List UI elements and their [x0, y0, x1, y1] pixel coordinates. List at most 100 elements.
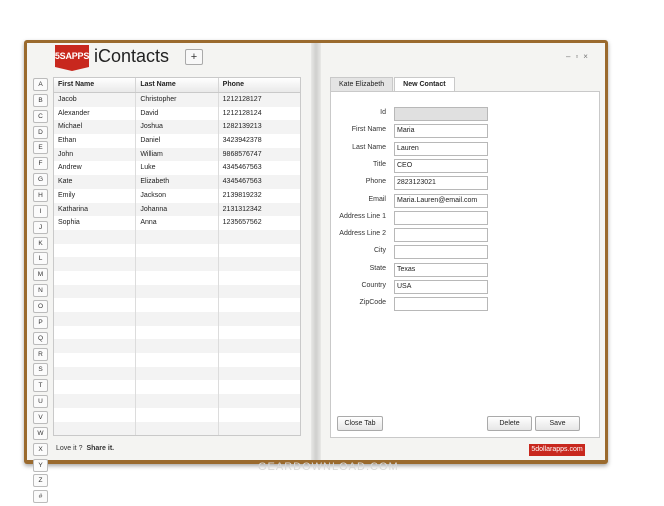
table-row[interactable]: Sophia Anna 1235657562	[54, 216, 300, 230]
table-row-empty	[54, 270, 300, 285]
header-last-name[interactable]: Last Name	[136, 78, 219, 92]
table-cell: 4345467563	[222, 164, 262, 172]
alphabet-index-item[interactable]: Y	[33, 458, 48, 472]
alphabet-index-item[interactable]: J	[33, 220, 48, 234]
form-label: First Name	[351, 126, 386, 134]
form-input[interactable]: 2823123021	[394, 176, 488, 191]
table-cell	[136, 339, 219, 354]
table-cell	[54, 229, 137, 244]
contacts-table: First Name Last Name Phone Jacob Christop…	[53, 77, 301, 436]
close-tab-button[interactable]: Close Tab	[337, 416, 383, 431]
table-cell	[54, 407, 137, 422]
form-input[interactable]: CEO	[394, 158, 488, 173]
table-cell	[219, 285, 300, 299]
alphabet-index-item[interactable]: Z	[33, 474, 48, 488]
table-cell	[136, 312, 219, 326]
tab-new-contact[interactable]: New Contact	[394, 77, 455, 92]
tab-kate-elizabeth[interactable]: Kate Elizabeth	[330, 77, 394, 92]
form-input	[394, 107, 488, 121]
table-row[interactable]: Alexander David 1212128124	[54, 106, 300, 121]
alphabet-index-item[interactable]: H	[33, 189, 48, 203]
alphabet-index-item[interactable]: #	[33, 490, 48, 504]
header-first-name[interactable]: First Name	[54, 78, 137, 92]
window-controls[interactable]: –▫×	[566, 52, 593, 61]
table-cell	[54, 298, 137, 312]
table-row-empty	[54, 298, 300, 312]
form-label: Address Line 2	[339, 230, 386, 238]
table-row[interactable]: Emily Jackson 2139819232	[54, 188, 300, 203]
contact-tabs: Kate Elizabeth New Contact	[330, 77, 456, 92]
alphabet-index-item[interactable]: Q	[33, 331, 48, 345]
alphabet-index-item[interactable]: D	[33, 125, 48, 139]
add-contact-button[interactable]: +	[185, 49, 203, 65]
table-row-empty	[54, 380, 300, 395]
alphabet-index-item[interactable]: T	[33, 379, 48, 393]
table-cell	[136, 298, 219, 312]
table-cell	[136, 394, 219, 408]
alphabet-index-item[interactable]: P	[33, 315, 48, 329]
alphabet-index-item[interactable]: K	[33, 236, 48, 250]
table-cell: Elizabeth	[136, 175, 219, 189]
table-cell: 4345467563	[222, 178, 262, 186]
alphabet-index-item[interactable]: R	[33, 347, 48, 361]
table-cell	[219, 353, 300, 367]
table-row[interactable]: Jacob Christopher 1212128127	[54, 93, 300, 107]
table-header: First Name Last Name Phone	[54, 78, 300, 93]
table-cell	[54, 257, 137, 271]
alphabet-index-item[interactable]: E	[33, 141, 48, 155]
footer-share: Love it ? Share it.	[56, 445, 114, 452]
table-row[interactable]: Ethan Daniel 3423942378	[54, 134, 300, 148]
form-input[interactable]	[394, 245, 488, 260]
alphabet-index-item[interactable]: S	[33, 363, 48, 377]
alphabet-index-item[interactable]: A	[33, 78, 48, 91]
table-cell	[136, 243, 219, 258]
table-cell: John	[54, 147, 137, 162]
form-input[interactable]	[394, 297, 488, 312]
table-row[interactable]: Kate Elizabeth 4345467563	[54, 175, 300, 189]
alphabet-index-item[interactable]: B	[33, 93, 48, 107]
table-cell	[136, 407, 219, 422]
table-cell: Joshua	[136, 120, 219, 135]
alphabet-index-item[interactable]: O	[33, 300, 48, 314]
header-phone[interactable]: Phone	[219, 78, 300, 92]
table-cell	[219, 312, 300, 326]
alphabet-index-item[interactable]: U	[33, 395, 48, 409]
form-input[interactable]	[394, 228, 488, 243]
form-label: Id	[380, 109, 386, 116]
brand-badge[interactable]: 5dollarapps.com	[529, 444, 585, 456]
table-cell	[136, 380, 219, 395]
alphabet-index-item[interactable]: M	[33, 268, 48, 282]
table-cell	[54, 312, 137, 326]
alphabet-index-item[interactable]: N	[33, 284, 48, 298]
form-input[interactable]: Texas	[394, 262, 488, 277]
table-cell	[54, 339, 137, 354]
alphabet-index-item[interactable]: V	[33, 411, 48, 425]
table-cell: 2131312342	[222, 205, 262, 213]
form-input[interactable]: Lauren	[394, 141, 488, 156]
table-cell: 2139819232	[222, 191, 262, 199]
table-row[interactable]: Michael Joshua 1282139213	[54, 120, 300, 135]
alphabet-index-item[interactable]: L	[33, 252, 48, 266]
form-input[interactable]	[394, 210, 488, 225]
table-cell: Sophia	[54, 216, 137, 230]
table-cell: Luke	[136, 161, 219, 176]
table-row[interactable]: John William 9868576747	[54, 147, 300, 162]
form-label: Title	[373, 160, 386, 168]
alphabet-index-item[interactable]: F	[33, 157, 48, 171]
table-row[interactable]: Andrew Luke 4345467563	[54, 161, 300, 176]
alphabet-index-item[interactable]: C	[33, 109, 48, 123]
table-row[interactable]: Katharina Johanna 2131312342	[54, 202, 300, 217]
form-input[interactable]: Maria.Lauren@email.com	[394, 193, 488, 208]
alphabet-index-item[interactable]: G	[33, 173, 48, 187]
share-it-link[interactable]: Share it.	[86, 445, 114, 452]
alphabet-index-item[interactable]: I	[33, 204, 48, 218]
save-button[interactable]: Save	[535, 416, 580, 431]
alphabet-index-item[interactable]: X	[33, 442, 48, 456]
delete-button[interactable]: Delete	[487, 416, 532, 431]
form-input[interactable]: USA	[394, 280, 488, 294]
form-label: City	[373, 247, 386, 255]
table-row-empty	[54, 421, 300, 436]
form-input[interactable]: Maria	[394, 124, 488, 139]
table-cell	[219, 408, 300, 422]
alphabet-index-item[interactable]: W	[33, 426, 48, 440]
